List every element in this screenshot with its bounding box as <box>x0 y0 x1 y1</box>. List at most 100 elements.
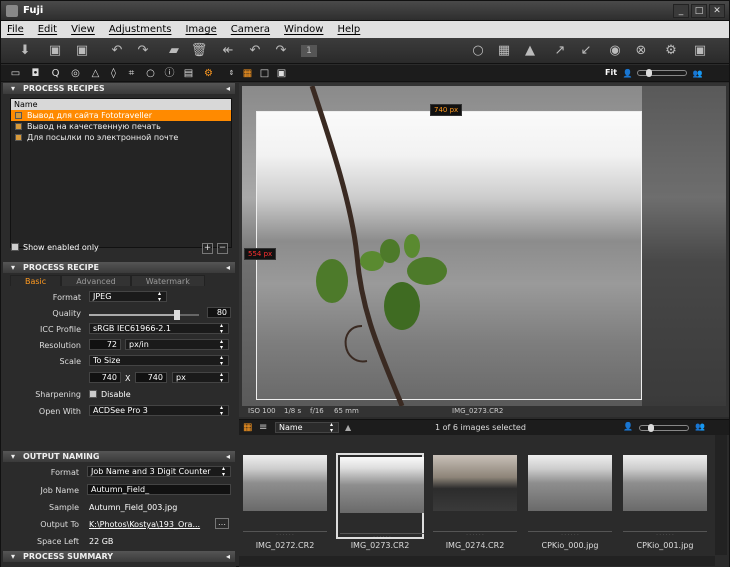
camera-icon[interactable]: ◉ <box>606 42 624 60</box>
sort-direction-icon[interactable]: ▲ <box>345 423 351 432</box>
cursor-pointer-icon[interactable]: ↗ <box>551 42 569 60</box>
width-input[interactable]: 740 <box>89 372 121 383</box>
minimize-icon[interactable]: _ <box>673 4 689 18</box>
resolution-input[interactable]: 72 <box>89 339 121 350</box>
maximize-icon[interactable]: □ <box>691 4 707 18</box>
left-tool-panel: PROCESS RECIPES◂ Name Вывод для сайта Fo… <box>1 83 236 567</box>
move-folder-icon[interactable]: ▰ <box>165 42 183 60</box>
menu-image[interactable]: Image <box>185 24 216 35</box>
browse-button[interactable]: … <box>215 518 229 529</box>
camera-tab-icon[interactable]: ◘ <box>29 67 42 80</box>
tab-basic[interactable]: Basic <box>10 275 62 286</box>
menu-view[interactable]: View <box>71 24 95 35</box>
photo-preview[interactable]: 740 px 554 px <box>242 86 726 406</box>
grid-view-icon[interactable]: ▦ <box>243 422 255 433</box>
compare-view-icon[interactable]: ▣ <box>275 67 288 80</box>
trash-icon[interactable]: 🗑 <box>190 42 208 60</box>
vertical-scrollbar[interactable] <box>715 435 727 555</box>
single-view-icon[interactable]: □ <box>258 67 271 80</box>
badge-one-icon[interactable]: 1 <box>301 45 317 57</box>
add-recipe-button[interactable]: + <box>202 243 213 254</box>
multi-view-icon[interactable]: ▦ <box>241 67 254 80</box>
open-with-select[interactable]: ACDSee Pro 3 <box>89 405 229 417</box>
local-adjust-icon[interactable]: ○ <box>144 67 157 80</box>
selection-count: 1 of 6 images selected <box>435 423 526 432</box>
process-summary-header[interactable]: PROCESS SUMMARY◂ <box>3 551 235 562</box>
loupe-icon[interactable]: ○ <box>469 42 487 60</box>
quality-input[interactable]: 80 <box>207 307 231 318</box>
menu-adjustments[interactable]: Adjustments <box>109 24 172 35</box>
thumb-size-handle[interactable] <box>648 424 654 432</box>
rotate-left-icon[interactable]: ↶ <box>108 42 126 60</box>
recipe-list[interactable]: Name Вывод для сайта Fototraveller Вывод… <box>10 98 232 248</box>
exposure-icon[interactable]: ◎ <box>69 67 82 80</box>
menu-file[interactable]: File <box>7 24 24 35</box>
process-icon[interactable]: ▣ <box>691 42 709 60</box>
zoom-label[interactable]: Fit <box>605 68 617 77</box>
metadata-icon[interactable]: ⓘ <box>163 67 176 80</box>
output-icon[interactable]: ▤ <box>182 67 195 80</box>
naming-format-select[interactable]: Job Name and 3 Digit Counter <box>87 466 231 478</box>
batch-gear-icon[interactable]: ⚙ <box>202 67 215 80</box>
zoom-slider-handle[interactable] <box>646 69 652 77</box>
sharpening-checkbox[interactable] <box>89 390 97 398</box>
zoom-slider[interactable] <box>637 69 687 77</box>
menu-camera[interactable]: Camera <box>231 24 270 35</box>
thumb-size-slider[interactable] <box>639 424 689 432</box>
horizontal-scrollbar[interactable] <box>239 556 715 566</box>
thumbnail[interactable]: · · · · · · <box>621 453 709 539</box>
thumbnail[interactable]: · · · · · · <box>241 453 329 539</box>
lens-icon[interactable]: △ <box>89 67 102 80</box>
scale-select[interactable]: To Size <box>89 355 229 367</box>
detail-icon[interactable]: ◊ <box>107 67 120 80</box>
undo-icon[interactable]: ↶ <box>246 42 264 60</box>
reset-icon[interactable]: ↞ <box>219 42 237 60</box>
list-view-icon[interactable]: ≡ <box>259 422 271 433</box>
capture-icon[interactable]: ▣ <box>46 42 64 60</box>
quality-slider[interactable] <box>89 310 199 320</box>
close-icon[interactable]: ✕ <box>709 4 725 18</box>
process-recipes-header[interactable]: PROCESS RECIPES◂ <box>3 83 235 94</box>
color-icon[interactable]: Q <box>49 67 62 80</box>
thumbnail[interactable]: · · · · · · <box>431 453 519 539</box>
job-name-input[interactable]: Autumn_Field_ <box>87 484 231 495</box>
recipe-checkbox[interactable] <box>15 134 22 141</box>
grid-icon[interactable]: ▦ <box>495 42 513 60</box>
rotate-right-icon[interactable]: ↷ <box>134 42 152 60</box>
exposure-warning-icon[interactable]: ▲ <box>521 42 539 60</box>
output-naming-header[interactable]: OUTPUT NAMING◂ <box>3 451 235 462</box>
size-unit-select[interactable]: px <box>172 372 229 384</box>
icc-profile-select[interactable]: sRGB IEC61966-2.1 <box>89 323 229 335</box>
stop-icon[interactable]: ⊗ <box>632 42 650 60</box>
process-recipe-header[interactable]: PROCESS RECIPE◂ <box>3 262 235 273</box>
list-header[interactable]: Name <box>11 99 231 110</box>
tab-watermark[interactable]: Watermark <box>130 275 205 286</box>
output-path-link[interactable]: K:\Photos\Kostya\193_Ora... <box>89 520 200 529</box>
remove-recipe-button[interactable]: − <box>217 243 228 254</box>
list-item[interactable]: Вывод для сайта Fototraveller <box>11 110 231 121</box>
resolution-unit-select[interactable]: px/in <box>125 339 229 351</box>
redo-icon[interactable]: ↷ <box>272 42 290 60</box>
format-select[interactable]: JPEG <box>89 291 167 303</box>
cursor-select-icon[interactable]: ↙ <box>577 42 595 60</box>
crop-icon[interactable]: ⌗ <box>125 67 138 80</box>
thumbnail[interactable]: · · · · · · <box>526 453 614 539</box>
show-enabled-checkbox[interactable] <box>11 243 19 251</box>
recipe-checkbox[interactable] <box>15 123 22 130</box>
quality-slider-handle[interactable] <box>174 310 180 320</box>
menu-edit[interactable]: Edit <box>38 24 57 35</box>
import-icon[interactable]: ⬇ <box>16 42 34 60</box>
live-view-icon[interactable]: ▣ <box>73 42 91 60</box>
height-input[interactable]: 740 <box>135 372 167 383</box>
sort-select[interactable]: Name <box>275 422 339 434</box>
recipe-checkbox[interactable] <box>15 112 22 119</box>
tab-advanced[interactable]: Advanced <box>61 275 131 286</box>
settings-gear-icon[interactable]: ⚙ <box>662 42 680 60</box>
folder-icon[interactable]: ▭ <box>9 67 22 80</box>
menu-window[interactable]: Window <box>284 24 323 35</box>
thumbnail-selected[interactable]: · · · · · · <box>336 453 424 540</box>
menu-help[interactable]: Help <box>337 24 360 35</box>
list-item[interactable]: Для посылки по электронной почте <box>11 132 231 143</box>
scroll-arrows-icon[interactable]: ⇕ <box>225 67 238 80</box>
list-item[interactable]: Вывод на качественную печать <box>11 121 231 132</box>
